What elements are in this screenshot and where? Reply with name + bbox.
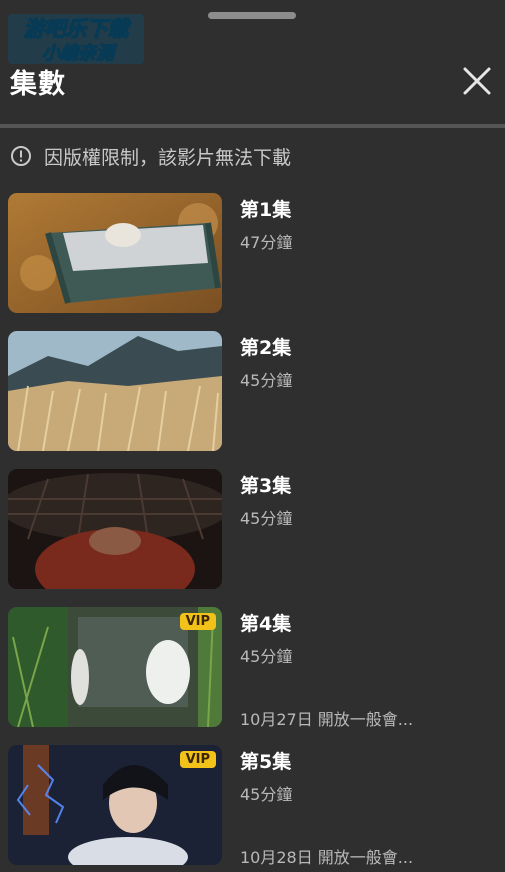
- episode-thumbnail: VIP: [8, 607, 222, 727]
- vip-badge: VIP: [179, 613, 216, 630]
- watermark-line1: 游吧乐下载: [24, 17, 132, 41]
- episode-item-4[interactable]: VIP 第4集 45分鐘 10月27日 開放一般會...: [0, 607, 505, 729]
- close-icon[interactable]: [460, 64, 494, 98]
- episode-title: 第2集: [240, 337, 292, 359]
- episode-title: 第4集: [240, 613, 292, 635]
- header-divider: [0, 124, 505, 128]
- page-title: 集數: [10, 69, 66, 100]
- notice-text: 因版權限制，該影片無法下載: [44, 146, 292, 169]
- episode-release-note: 10月27日 開放一般會...: [240, 710, 414, 729]
- episode-duration: 45分鐘: [240, 785, 293, 804]
- episode-thumbnail: VIP: [8, 745, 222, 865]
- episode-item-5[interactable]: VIP 第5集 45分鐘 10月28日 開放一般會...: [0, 745, 505, 867]
- download-notice: 因版權限制，該影片無法下載: [10, 143, 291, 169]
- episode-duration: 47分鐘: [240, 233, 293, 252]
- warning-icon: [11, 146, 31, 166]
- watermark-line2: 小编亲测: [42, 43, 117, 64]
- episode-duration: 45分鐘: [240, 509, 293, 528]
- vip-badge: VIP: [179, 751, 216, 768]
- drag-handle[interactable]: [208, 12, 296, 19]
- episode-duration: 45分鐘: [240, 371, 293, 390]
- episode-title: 第3集: [240, 475, 292, 497]
- episode-thumbnail: [8, 469, 222, 589]
- episode-title: 第5集: [240, 751, 292, 773]
- episode-thumbnail: [8, 331, 222, 451]
- episode-item-3[interactable]: 第3集 45分鐘: [0, 469, 505, 591]
- episode-item-1[interactable]: 第1集 47分鐘: [0, 193, 505, 315]
- episode-item-2[interactable]: 第2集 45分鐘: [0, 331, 505, 453]
- episode-title: 第1集: [240, 199, 292, 221]
- episode-thumbnail: [8, 193, 222, 313]
- episode-release-note: 10月28日 開放一般會...: [240, 848, 414, 867]
- episode-duration: 45分鐘: [240, 647, 293, 666]
- watermark-logo: 游吧乐下载 小编亲测: [8, 14, 144, 65]
